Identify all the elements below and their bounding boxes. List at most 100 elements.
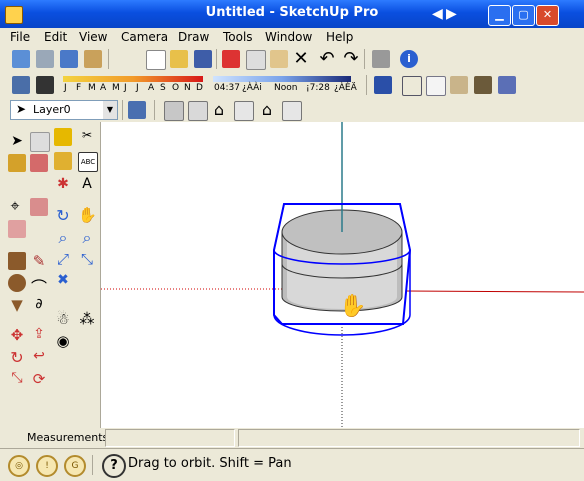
- redo-icon[interactable]: ↷: [342, 50, 360, 68]
- follow-me-icon[interactable]: ↩: [30, 348, 48, 366]
- close-button[interactable]: ✕: [536, 5, 559, 26]
- model-info-icon[interactable]: i: [400, 50, 418, 68]
- zoom-extents-icon[interactable]: ⤢: [54, 250, 72, 268]
- axes-tool-icon[interactable]: ✱: [54, 176, 72, 194]
- freehand-tool-icon[interactable]: ∂: [30, 296, 48, 314]
- next-view-icon[interactable]: ✖: [54, 272, 72, 290]
- share-component-icon[interactable]: [60, 50, 78, 68]
- menu-draw[interactable]: Draw: [178, 30, 209, 44]
- print-icon[interactable]: [372, 50, 390, 68]
- tape-measure-icon[interactable]: [54, 128, 72, 146]
- paste-icon[interactable]: [270, 50, 288, 68]
- zoom-window-icon[interactable]: ⌕: [78, 228, 96, 247]
- minimize-button[interactable]: ▁: [488, 5, 511, 26]
- geo-location-icon[interactable]: ◎: [8, 455, 30, 477]
- menu-help[interactable]: Help: [326, 30, 353, 44]
- user-signin-icon[interactable]: G: [64, 455, 86, 477]
- text-tool-icon[interactable]: ABC: [78, 152, 98, 172]
- wireframe-style-icon[interactable]: [402, 76, 422, 96]
- layer-dropdown[interactable]: ➤ Layer0 ▼: [10, 100, 118, 120]
- position-camera-icon[interactable]: ⌖: [6, 196, 24, 215]
- maximize-button[interactable]: ▢: [512, 5, 535, 26]
- footprints-icon[interactable]: ⁂: [78, 310, 96, 328]
- month-label: S: [160, 83, 166, 93]
- erase-x-icon[interactable]: ✕: [292, 50, 310, 68]
- time-start-suffix: ¿ÀÀi: [242, 83, 262, 93]
- time-end-label: ¡7:28: [306, 83, 330, 93]
- menu-tools[interactable]: Tools: [223, 30, 253, 44]
- menu-edit[interactable]: Edit: [44, 30, 67, 44]
- move-tool-icon[interactable]: ✥: [8, 326, 26, 344]
- month-label: F: [76, 83, 82, 93]
- eraser-tool-icon[interactable]: [30, 132, 50, 152]
- previous-view-icon[interactable]: ⤡: [78, 250, 96, 268]
- xray-style-icon[interactable]: [374, 76, 392, 94]
- share-model-icon[interactable]: [36, 50, 54, 68]
- layer-manager-icon[interactable]: [128, 101, 146, 119]
- menu-window[interactable]: Window: [265, 30, 312, 44]
- scene-canvas[interactable]: [101, 122, 584, 428]
- left-view-icon[interactable]: [282, 101, 302, 121]
- section-cut-icon[interactable]: [8, 220, 26, 238]
- iso-view-icon[interactable]: [164, 101, 184, 121]
- zoom-tool-icon[interactable]: ⌕: [54, 228, 72, 247]
- measurements-bar: Measurements: [0, 428, 584, 448]
- chevron-down-icon[interactable]: ▼: [103, 101, 117, 119]
- open-folder-icon[interactable]: [170, 50, 188, 68]
- menu-camera[interactable]: Camera: [121, 30, 168, 44]
- paint-bucket-icon[interactable]: [8, 154, 26, 172]
- menu-view[interactable]: View: [79, 30, 107, 44]
- back-view-icon[interactable]: ⌂: [258, 101, 276, 119]
- layer-dropdown-value: Layer0: [33, 103, 71, 116]
- measurements-input[interactable]: [105, 429, 235, 447]
- menu-file[interactable]: File: [10, 30, 30, 44]
- push-pull-icon[interactable]: ⇪: [30, 326, 48, 344]
- dimension-tool-icon[interactable]: ✂: [78, 128, 96, 146]
- copy-icon[interactable]: [246, 50, 266, 70]
- month-label: J: [136, 83, 139, 93]
- help-icon[interactable]: ?: [102, 454, 126, 478]
- shaded-textures-style-icon[interactable]: [474, 76, 492, 94]
- new-file-icon[interactable]: [146, 50, 166, 70]
- shaded-style-icon[interactable]: [450, 76, 468, 94]
- credits-icon[interactable]: !: [36, 455, 58, 477]
- rectangle-tool-icon[interactable]: [8, 252, 26, 270]
- scale-tool-icon[interactable]: ⤡: [8, 370, 26, 388]
- measurements-spacer: [238, 429, 580, 447]
- menu-bar: File Edit View Camera Draw Tools Window …: [0, 28, 584, 46]
- pan-cursor-icon: ✋: [339, 294, 367, 319]
- model-viewport[interactable]: ✋: [101, 122, 584, 428]
- arrow-right-icon[interactable]: ▶: [446, 6, 457, 22]
- month-label: M: [88, 83, 96, 93]
- undo-icon[interactable]: ↶: [318, 50, 336, 68]
- get-photo-texture-icon[interactable]: [84, 50, 102, 68]
- shadow-settings-icon[interactable]: [12, 76, 30, 94]
- title-bar: Untitled - SketchUp Pro ◀ ▶ ▁ ▢ ✕: [0, 0, 584, 28]
- get-models-icon[interactable]: [12, 50, 30, 68]
- walk-tool-icon[interactable]: ☃: [54, 310, 72, 328]
- cut-icon[interactable]: [222, 50, 240, 68]
- circle-tool-icon[interactable]: [8, 274, 26, 292]
- select-tool-icon[interactable]: ➤: [8, 132, 26, 150]
- 3d-text-icon[interactable]: A: [78, 176, 96, 194]
- look-around-icon[interactable]: ◉: [54, 332, 72, 350]
- component-icon[interactable]: [30, 154, 48, 172]
- month-label: N: [184, 83, 191, 93]
- top-view-icon[interactable]: [188, 101, 208, 121]
- polygon-tool-icon[interactable]: ▼: [8, 296, 26, 314]
- monochrome-style-icon[interactable]: [498, 76, 516, 94]
- arrow-left-icon[interactable]: ◀: [432, 6, 443, 22]
- front-view-icon[interactable]: ⌂: [210, 101, 228, 119]
- orbit-tool-icon[interactable]: ↻: [54, 206, 72, 225]
- line-tool-icon[interactable]: ✎: [30, 252, 48, 270]
- offset-tool-icon[interactable]: ⟳: [30, 370, 48, 388]
- pan-tool-icon[interactable]: ✋: [78, 206, 97, 224]
- save-icon[interactable]: [194, 50, 212, 68]
- protractor-icon[interactable]: [54, 152, 72, 170]
- rotate-tool-icon[interactable]: ↻: [8, 348, 26, 367]
- right-view-icon[interactable]: [234, 101, 254, 121]
- section-plane-icon[interactable]: [30, 198, 48, 216]
- display-shadows-icon[interactable]: [36, 76, 54, 94]
- hidden-line-style-icon[interactable]: [426, 76, 446, 96]
- arc-tool-icon[interactable]: ⌒: [30, 274, 48, 297]
